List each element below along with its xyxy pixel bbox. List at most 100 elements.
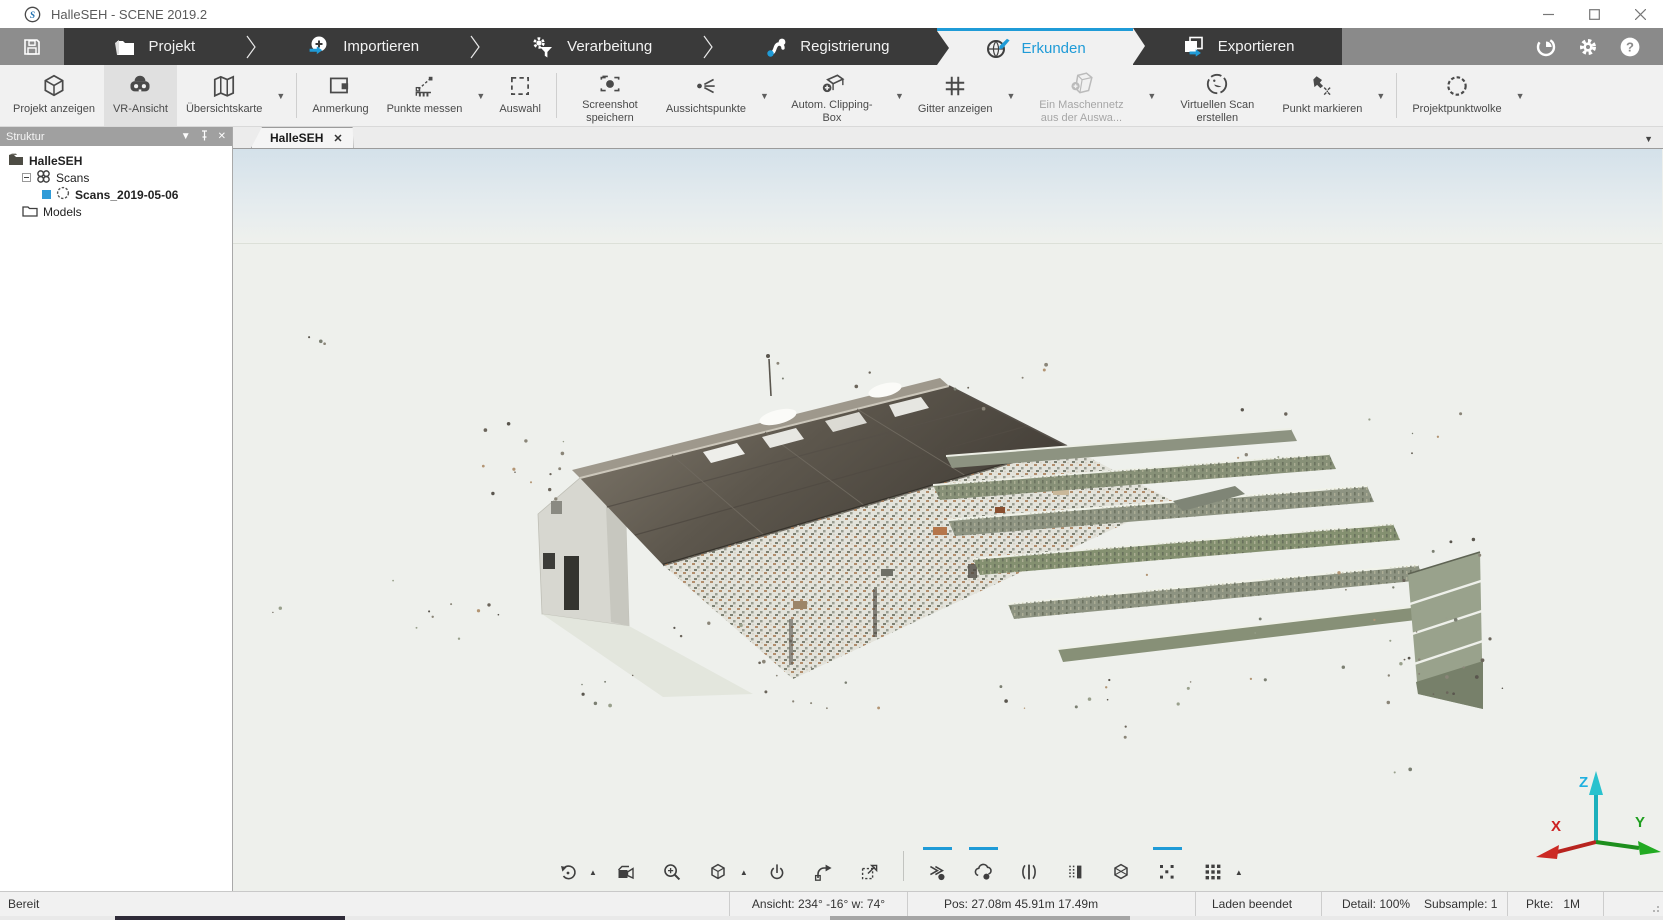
resize-grip[interactable] <box>1603 892 1663 916</box>
bounding-box-button[interactable] <box>1105 847 1138 885</box>
panel-close-icon[interactable]: ✕ <box>218 131 226 142</box>
chevron-down-icon[interactable]: ▼ <box>471 91 490 101</box>
chevron-down-icon[interactable]: ▼ <box>1371 91 1390 101</box>
status-bar: Bereit Ansicht: 234° -16° w: 74° Pos: 27… <box>0 891 1663 916</box>
chevron-down-icon[interactable]: ▼ <box>271 91 290 101</box>
toolbar-maschennetz: Ein Maschennetz aus der Auswa... <box>1020 65 1142 126</box>
cube-icon <box>41 71 67 101</box>
point-density-button[interactable] <box>1151 847 1184 885</box>
right-structure <box>1408 552 1483 709</box>
toolbar-anmerkung[interactable]: Anmerkung <box>303 65 377 126</box>
toolbar-punkt-markieren[interactable]: Punkt markieren <box>1273 65 1371 126</box>
point-cloud-scene: X Y Z <box>233 149 1662 891</box>
tree-item-scans[interactable]: Scans <box>22 169 232 186</box>
tab-erkunden[interactable]: Erkunden <box>937 28 1133 65</box>
window-controls <box>1525 0 1663 28</box>
settings-gear-icon[interactable] <box>1577 36 1599 58</box>
annotation-icon <box>327 71 353 101</box>
gear-funnel-icon <box>530 35 556 59</box>
chevron-down-icon[interactable]: ▼ <box>890 91 909 101</box>
pixel-grid-button[interactable] <box>1197 847 1230 885</box>
jump-view-button[interactable] <box>807 847 840 885</box>
orbit-rotate-button[interactable] <box>551 847 584 885</box>
document-tab-halleseh[interactable]: HalleSEH ✕ <box>251 127 354 148</box>
pick-scan-points-button[interactable] <box>921 847 954 885</box>
axis-x-label: X <box>1551 818 1561 835</box>
toolbar-vr-ansicht[interactable]: VR-Ansicht <box>104 65 177 126</box>
toolbar-auswahl[interactable]: Auswahl <box>490 65 550 126</box>
chevron-down-icon[interactable]: ▼ <box>1511 91 1530 101</box>
scan-fence-button[interactable] <box>1059 847 1092 885</box>
camera-position-button[interactable] <box>610 847 643 885</box>
structure-panel-header: Struktur ▼ ✕ <box>0 127 232 146</box>
tab-importieren[interactable]: Importieren <box>259 28 467 65</box>
tab-separator-icon <box>467 28 483 65</box>
status-ready: Bereit <box>0 892 729 916</box>
models-folder-icon <box>22 204 38 220</box>
chevron-down-icon[interactable]: ▲ <box>1235 868 1243 885</box>
status-point-count: Pkte:1M <box>1507 892 1603 916</box>
point-cloud-toggle-button[interactable] <box>967 847 1000 885</box>
axis-y-label: Y <box>1635 814 1645 831</box>
toolbar-separator <box>296 73 297 118</box>
toolbar-virtuellen-scan[interactable]: Virtuellen Scan erstellen <box>1161 65 1273 126</box>
panel-caret-icon[interactable]: ▼ <box>181 131 191 142</box>
tree-item-models[interactable]: Models <box>22 203 232 220</box>
toolbar-punkte-messen[interactable]: Punkte messen <box>378 65 472 126</box>
tree-item-project[interactable]: HalleSEH <box>8 152 232 169</box>
tree-item-scan[interactable]: Scans_2019-05-06 <box>42 186 232 203</box>
measure-icon <box>411 71 439 101</box>
save-button[interactable] <box>0 28 64 65</box>
status-detail-subsample: Detail: 100%Subsample: 1 <box>1321 892 1507 916</box>
help-icon[interactable]: ? <box>1619 36 1641 58</box>
view-cube-button[interactable] <box>702 847 735 885</box>
toolbar-aussichtspunkte[interactable]: Aussichtspunkte <box>657 65 755 126</box>
selection-icon <box>507 71 533 101</box>
minimize-button[interactable] <box>1525 0 1571 28</box>
toolbar-projektpunktwolke[interactable]: Projektpunktwolke <box>1403 65 1510 126</box>
chevron-down-icon[interactable]: ▼ <box>755 91 774 101</box>
move-selection-button[interactable] <box>853 847 886 885</box>
3d-viewport[interactable]: X Y Z ▲ ▲ <box>233 149 1663 891</box>
tab-exportieren[interactable]: Exportieren <box>1133 28 1342 65</box>
collapse-expander-icon[interactable] <box>22 173 31 182</box>
toolbar-uebersichtskarte[interactable]: Übersichtskarte <box>177 65 271 126</box>
map-icon <box>210 71 238 101</box>
toolbar-gitter-anzeigen[interactable]: Gitter anzeigen <box>909 65 1002 126</box>
main-area: Struktur ▼ ✕ HalleSEH Scans <box>0 127 1663 891</box>
tab-close-icon[interactable]: ✕ <box>333 132 342 145</box>
scans-cluster-icon <box>36 169 51 187</box>
zoom-button[interactable] <box>656 847 689 885</box>
clipping-planes-button[interactable] <box>1013 847 1046 885</box>
tab-verarbeitung[interactable]: Verarbeitung <box>483 28 700 65</box>
chevron-down-icon[interactable]: ▼ <box>1142 91 1161 101</box>
document-tab-bar: HalleSEH ✕ ▼ <box>233 127 1663 149</box>
scan-icon <box>56 186 70 203</box>
chevron-down-icon[interactable]: ▼ <box>1001 91 1020 101</box>
toolbar-separator <box>1396 73 1397 118</box>
tab-registrierung[interactable]: Registrierung <box>716 28 937 65</box>
bottom-edge-sliver <box>0 916 1663 920</box>
chevron-down-icon[interactable]: ▲ <box>740 868 748 885</box>
toolbar-projekt-anzeigen[interactable]: Projekt anzeigen <box>4 65 104 126</box>
ribbon-toolbar: Projekt anzeigen VR-Ansicht Übersichtska… <box>0 65 1663 127</box>
folder-icon <box>112 35 138 59</box>
maximize-button[interactable] <box>1571 0 1617 28</box>
structure-panel: Struktur ▼ ✕ HalleSEH Scans <box>0 127 233 891</box>
pin-icon[interactable] <box>200 130 209 144</box>
export-icon <box>1181 35 1207 59</box>
toolbar-autom-clipping-box[interactable]: Autom. Clipping-Box <box>774 65 890 126</box>
tab-projekt[interactable]: Projekt <box>64 28 243 65</box>
tab-separator-icon <box>243 28 259 65</box>
app-window: S HalleSEH - SCENE 2019.2 Projekt Import… <box>0 0 1663 920</box>
ribbon-tab-strip: Projekt Importieren Verarbeitung Registr… <box>0 28 1663 65</box>
toolbar-screenshot-speichern[interactable]: Screenshot speichern <box>563 65 657 126</box>
mesh-icon <box>1067 71 1095 97</box>
chevron-down-icon[interactable]: ▲ <box>589 868 597 885</box>
status-position: Pos: 27.08m 45.91m 17.49m <box>907 892 1195 916</box>
tab-list-caret-icon[interactable]: ▼ <box>1644 134 1653 144</box>
close-button[interactable] <box>1617 0 1663 28</box>
walk-mode-button[interactable] <box>761 847 794 885</box>
sync-icon[interactable] <box>1535 36 1557 58</box>
sky <box>233 149 1662 244</box>
